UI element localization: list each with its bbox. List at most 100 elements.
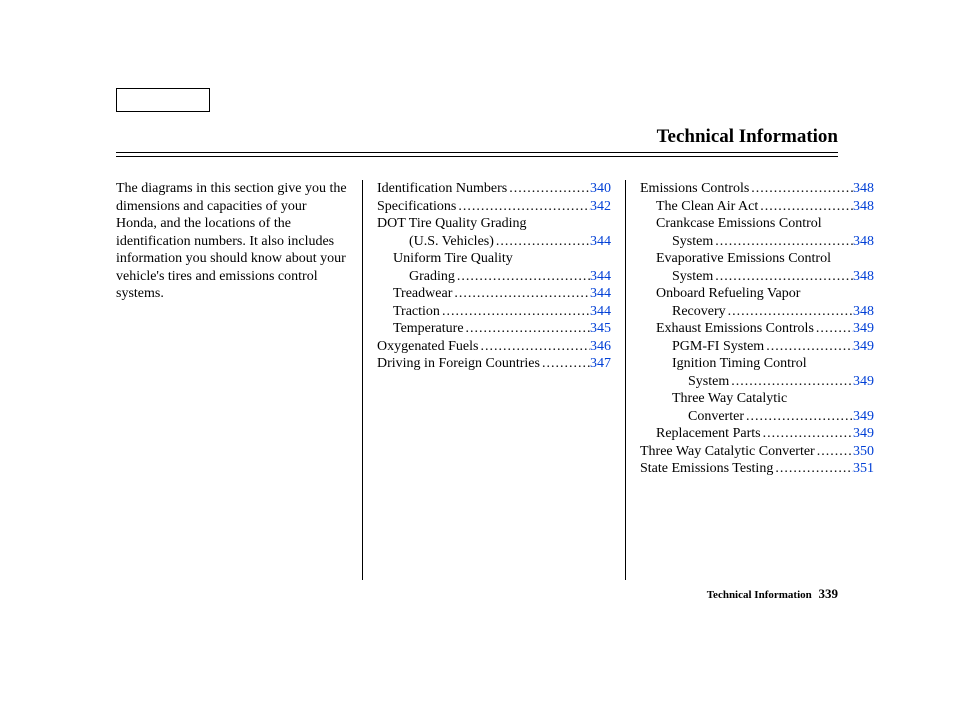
toc-entry: Temperature 345 bbox=[377, 320, 611, 338]
toc-dots bbox=[494, 233, 590, 251]
toc-label: Traction bbox=[393, 303, 440, 321]
toc-dots bbox=[452, 285, 590, 303]
toc-page-link[interactable]: 348 bbox=[853, 180, 874, 198]
footer-section: Technical Information bbox=[707, 589, 812, 601]
toc-column-1: Identification Numbers 340 Specifications 3… bbox=[363, 180, 625, 580]
toc-label: PGM-FI System bbox=[672, 338, 764, 356]
toc-dots bbox=[713, 268, 853, 286]
toc-entry: System 349 bbox=[640, 373, 874, 391]
rule-upper bbox=[116, 152, 838, 153]
toc-page-link[interactable]: 344 bbox=[590, 233, 611, 251]
toc-dots bbox=[814, 320, 853, 338]
toc-label: Treadwear bbox=[393, 285, 452, 303]
toc-dots bbox=[773, 460, 853, 478]
toc-entry: Specifications 342 bbox=[377, 198, 611, 216]
toc-page-link[interactable]: 348 bbox=[853, 198, 874, 216]
toc-page-link[interactable]: 344 bbox=[590, 268, 611, 286]
toc-dots bbox=[478, 338, 590, 356]
toc-text: Ignition Timing Control bbox=[640, 355, 874, 373]
columns: The diagrams in this section give you th… bbox=[116, 180, 874, 580]
toc-entry: Emissions Controls 348 bbox=[640, 180, 874, 198]
toc-label: Recovery bbox=[672, 303, 726, 321]
toc-dots bbox=[455, 268, 590, 286]
toc-entry: System 348 bbox=[640, 268, 874, 286]
page-title: Technical Information bbox=[657, 126, 838, 148]
toc-label: The Clean Air Act bbox=[656, 198, 758, 216]
toc-entry: Identification Numbers 340 bbox=[377, 180, 611, 198]
toc-entry: Recovery 348 bbox=[640, 303, 874, 321]
toc-text: Three Way Catalytic bbox=[640, 390, 874, 408]
toc-text: DOT Tire Quality Grading bbox=[377, 215, 611, 233]
toc-dots bbox=[540, 355, 590, 373]
toc-entry: Converter 349 bbox=[640, 408, 874, 426]
toc-dots bbox=[713, 233, 853, 251]
toc-page-link[interactable]: 348 bbox=[853, 233, 874, 251]
toc-label: Converter bbox=[688, 408, 744, 426]
toc-dots bbox=[507, 180, 590, 198]
toc-label: System bbox=[688, 373, 729, 391]
toc-label: Replacement Parts bbox=[656, 425, 761, 443]
toc-page-link[interactable]: 342 bbox=[590, 198, 611, 216]
toc-label: Driving in Foreign Countries bbox=[377, 355, 540, 373]
toc-dots bbox=[749, 180, 853, 198]
toc-page-link[interactable]: 345 bbox=[590, 320, 611, 338]
toc-page-link[interactable]: 351 bbox=[853, 460, 874, 478]
toc-page-link[interactable]: 349 bbox=[853, 425, 874, 443]
toc-entry: Treadwear 344 bbox=[377, 285, 611, 303]
toc-page-link[interactable]: 349 bbox=[853, 408, 874, 426]
toc-entry: Driving in Foreign Countries 347 bbox=[377, 355, 611, 373]
toc-entry: Replacement Parts 349 bbox=[640, 425, 874, 443]
toc-dots bbox=[456, 198, 590, 216]
toc-label: Three Way Catalytic Converter bbox=[640, 443, 815, 461]
toc-entry: (U.S. Vehicles) 344 bbox=[377, 233, 611, 251]
toc-label: Emissions Controls bbox=[640, 180, 749, 198]
intro-text: The diagrams in this section give you th… bbox=[116, 180, 348, 303]
toc-entry: Grading 344 bbox=[377, 268, 611, 286]
toc-page-link[interactable]: 350 bbox=[853, 443, 874, 461]
toc-dots bbox=[764, 338, 853, 356]
toc-page-link[interactable]: 348 bbox=[853, 303, 874, 321]
intro-column: The diagrams in this section give you th… bbox=[116, 180, 362, 580]
toc-page-link[interactable]: 347 bbox=[590, 355, 611, 373]
toc-text: Crankcase Emissions Control bbox=[640, 215, 874, 233]
toc-page-link[interactable]: 349 bbox=[853, 338, 874, 356]
toc-page-link[interactable]: 344 bbox=[590, 303, 611, 321]
toc-entry: Three Way Catalytic Converter 350 bbox=[640, 443, 874, 461]
toc-label: Temperature bbox=[393, 320, 464, 338]
toc-dots bbox=[440, 303, 590, 321]
toc-page-link[interactable]: 349 bbox=[853, 373, 874, 391]
page: Technical Information The diagrams in th… bbox=[0, 0, 954, 710]
toc-text: Onboard Refueling Vapor bbox=[640, 285, 874, 303]
toc-label: Exhaust Emissions Controls bbox=[656, 320, 814, 338]
toc-dots bbox=[744, 408, 853, 426]
toc-page-link[interactable]: 346 bbox=[590, 338, 611, 356]
rule-lower bbox=[116, 156, 838, 157]
toc-dots bbox=[758, 198, 853, 216]
toc-label: Grading bbox=[409, 268, 455, 286]
toc-entry: Traction 344 bbox=[377, 303, 611, 321]
toc-entry: Exhaust Emissions Controls 349 bbox=[640, 320, 874, 338]
toc-label: (U.S. Vehicles) bbox=[409, 233, 494, 251]
toc-column-2: Emissions Controls 348 The Clean Air Act 34… bbox=[626, 180, 874, 580]
toc-page-link[interactable]: 348 bbox=[853, 268, 874, 286]
toc-text: Evaporative Emissions Control bbox=[640, 250, 874, 268]
toc-label: Identification Numbers bbox=[377, 180, 507, 198]
toc-page-link[interactable]: 349 bbox=[853, 320, 874, 338]
toc-dots bbox=[464, 320, 590, 338]
toc-label: System bbox=[672, 268, 713, 286]
toc-entry: Oxygenated Fuels346 bbox=[377, 338, 611, 356]
toc-dots bbox=[729, 373, 853, 391]
toc-label: System bbox=[672, 233, 713, 251]
toc-page-link[interactable]: 344 bbox=[590, 285, 611, 303]
toc-label: Specifications bbox=[377, 198, 456, 216]
footer: Technical Information 339 bbox=[707, 586, 838, 602]
toc-dots bbox=[726, 303, 853, 321]
toc-page-link[interactable]: 340 bbox=[590, 180, 611, 198]
footer-page-number: 339 bbox=[815, 586, 839, 601]
toc-entry: State Emissions Testing 351 bbox=[640, 460, 874, 478]
toc-entry: PGM-FI System 349 bbox=[640, 338, 874, 356]
toc-dots bbox=[761, 425, 853, 443]
toc-label: State Emissions Testing bbox=[640, 460, 773, 478]
toc-text: Uniform Tire Quality bbox=[377, 250, 611, 268]
toc-entry: System 348 bbox=[640, 233, 874, 251]
